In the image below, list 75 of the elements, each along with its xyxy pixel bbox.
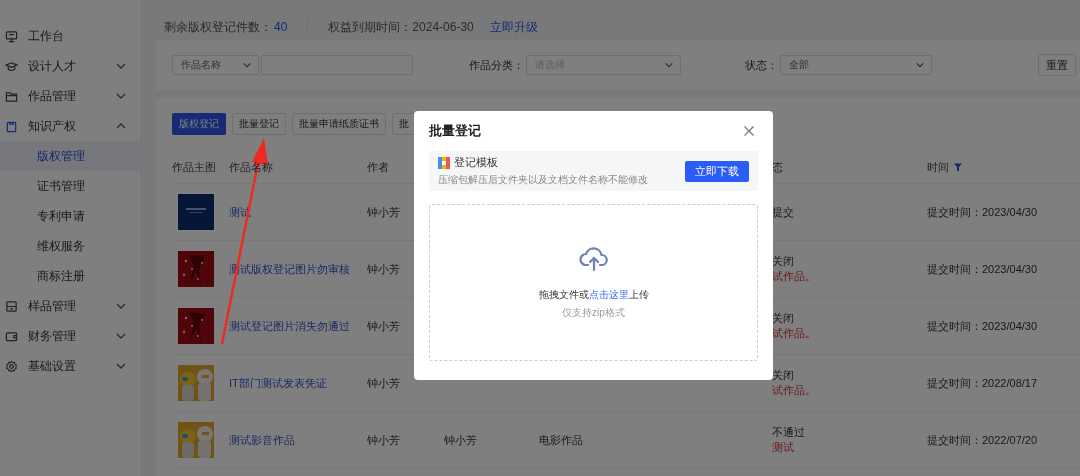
column-header: 作品主图 — [172, 159, 216, 175]
author-text: 钟小芳 — [367, 261, 401, 277]
column-header: 时间 — [927, 159, 949, 175]
gear-icon — [5, 359, 18, 373]
upload-link[interactable]: 点击这里 — [588, 288, 629, 300]
template-hint: 压缩包解压后文件夹以及文档文件名称不能修改 — [438, 173, 648, 187]
status-text: 关闭 — [772, 254, 795, 269]
submit-time-text: 提交时间：2022/07/20 — [927, 432, 1039, 448]
submit-time-text: 提交时间：2023/04/30 — [927, 261, 1039, 277]
chevron-icon — [242, 60, 252, 70]
sidebar-subitem[interactable]: 商标注册 — [0, 261, 141, 291]
status-note: 试作品。 — [772, 326, 817, 341]
sidebar-item[interactable]: 财务管理 — [0, 321, 141, 351]
toolbar-button[interactable]: 版权登记 — [172, 113, 226, 135]
dialog-title: 批量登记 — [429, 122, 481, 140]
table-cell-text: 钟小芳 — [444, 432, 478, 448]
author-text: 钟小芳 — [367, 432, 401, 448]
remaining-label: 剩余版权登记件数： — [164, 18, 272, 36]
toolbar-button[interactable]: 批量申请纸质证书 — [292, 113, 386, 135]
upgrade-link[interactable]: 立即升级 — [489, 18, 538, 36]
author-text: 钟小芳 — [367, 318, 401, 334]
sidebar-item[interactable]: 知识产权 — [0, 111, 141, 141]
sidebar-item[interactable]: 工作台 — [0, 21, 141, 51]
field-select[interactable]: 作品名称 — [172, 55, 259, 75]
toolbar-button[interactable]: 批量登记 — [232, 113, 286, 135]
submit-time-text: 提交时间：2023/04/30 — [927, 318, 1039, 334]
cloud-upload-icon — [578, 245, 609, 272]
chevron-icon — [915, 60, 925, 70]
filter-label: 状态： — [745, 57, 778, 73]
status-note: 试作品。 — [772, 383, 817, 398]
toolbar-button[interactable]: 批 — [392, 113, 416, 135]
status-text: 关闭 — [772, 368, 795, 383]
author-text: 钟小芳 — [367, 375, 401, 391]
format-hint: 仅支持zip格式 — [562, 305, 625, 320]
monitor-icon — [5, 29, 18, 43]
graduation-cap-icon — [5, 59, 18, 73]
close-icon[interactable] — [743, 125, 755, 137]
archive-icon — [438, 156, 450, 169]
download-button[interactable]: 立即下载 — [685, 160, 749, 182]
work-title-link[interactable]: IT部门测试发表凭证 — [229, 375, 367, 391]
sidebar-subitem[interactable]: 专利申请 — [0, 201, 141, 231]
sidebar-item[interactable]: 基础设置 — [0, 351, 141, 381]
work-title-link[interactable]: 测试登记图片消失勿通过 — [229, 318, 367, 334]
column-header: 态 — [772, 159, 783, 175]
filter-label: 作品分类： — [469, 57, 524, 73]
sidebar-item[interactable]: 作品管理 — [0, 81, 141, 111]
status-text: 提交 — [772, 204, 795, 220]
template-title: 登记模板 — [454, 155, 498, 170]
sidebar-subitem[interactable]: 版权管理 — [0, 141, 141, 171]
remaining-count: 40 — [274, 20, 288, 34]
status-select[interactable]: 全部 — [780, 55, 932, 75]
reset-button[interactable]: 重置 — [1038, 54, 1076, 76]
sidebar-subitem[interactable]: 维权服务 — [0, 231, 141, 261]
category-text: 电影作品 — [539, 432, 584, 448]
chevron-icon — [664, 60, 674, 70]
status-note: 测试 — [772, 440, 795, 455]
sidebar-item[interactable]: 设计人才 — [0, 51, 141, 81]
status-text: 不通过 — [772, 425, 806, 440]
filter-icon[interactable] — [953, 162, 963, 172]
upload-prompt: 拖拽文件或点击这里上传 — [538, 287, 649, 302]
work-title-link[interactable]: 测试影音作品 — [229, 432, 367, 448]
drawer-icon — [5, 299, 18, 313]
folder-icon — [5, 89, 18, 103]
clipboard-icon — [5, 119, 18, 133]
wallet-icon — [5, 329, 18, 343]
expiry-text: 权益到期时间：2024-06-30 — [328, 18, 474, 36]
status-text: 关闭 — [772, 311, 795, 326]
author-text: 钟小芳 — [367, 204, 401, 220]
sidebar-subitem[interactable]: 证书管理 — [0, 171, 141, 201]
column-header: 作者 — [367, 159, 389, 175]
submit-time-text: 提交时间：2023/04/30 — [927, 204, 1039, 220]
upload-dropzone[interactable]: 拖拽文件或点击这里上传 仅支持zip格式 — [429, 204, 758, 361]
sidebar-item[interactable]: 样品管理 — [0, 291, 141, 321]
status-note: 试作品。 — [772, 269, 817, 284]
submit-time-text: 提交时间：2022/08/17 — [927, 375, 1039, 391]
